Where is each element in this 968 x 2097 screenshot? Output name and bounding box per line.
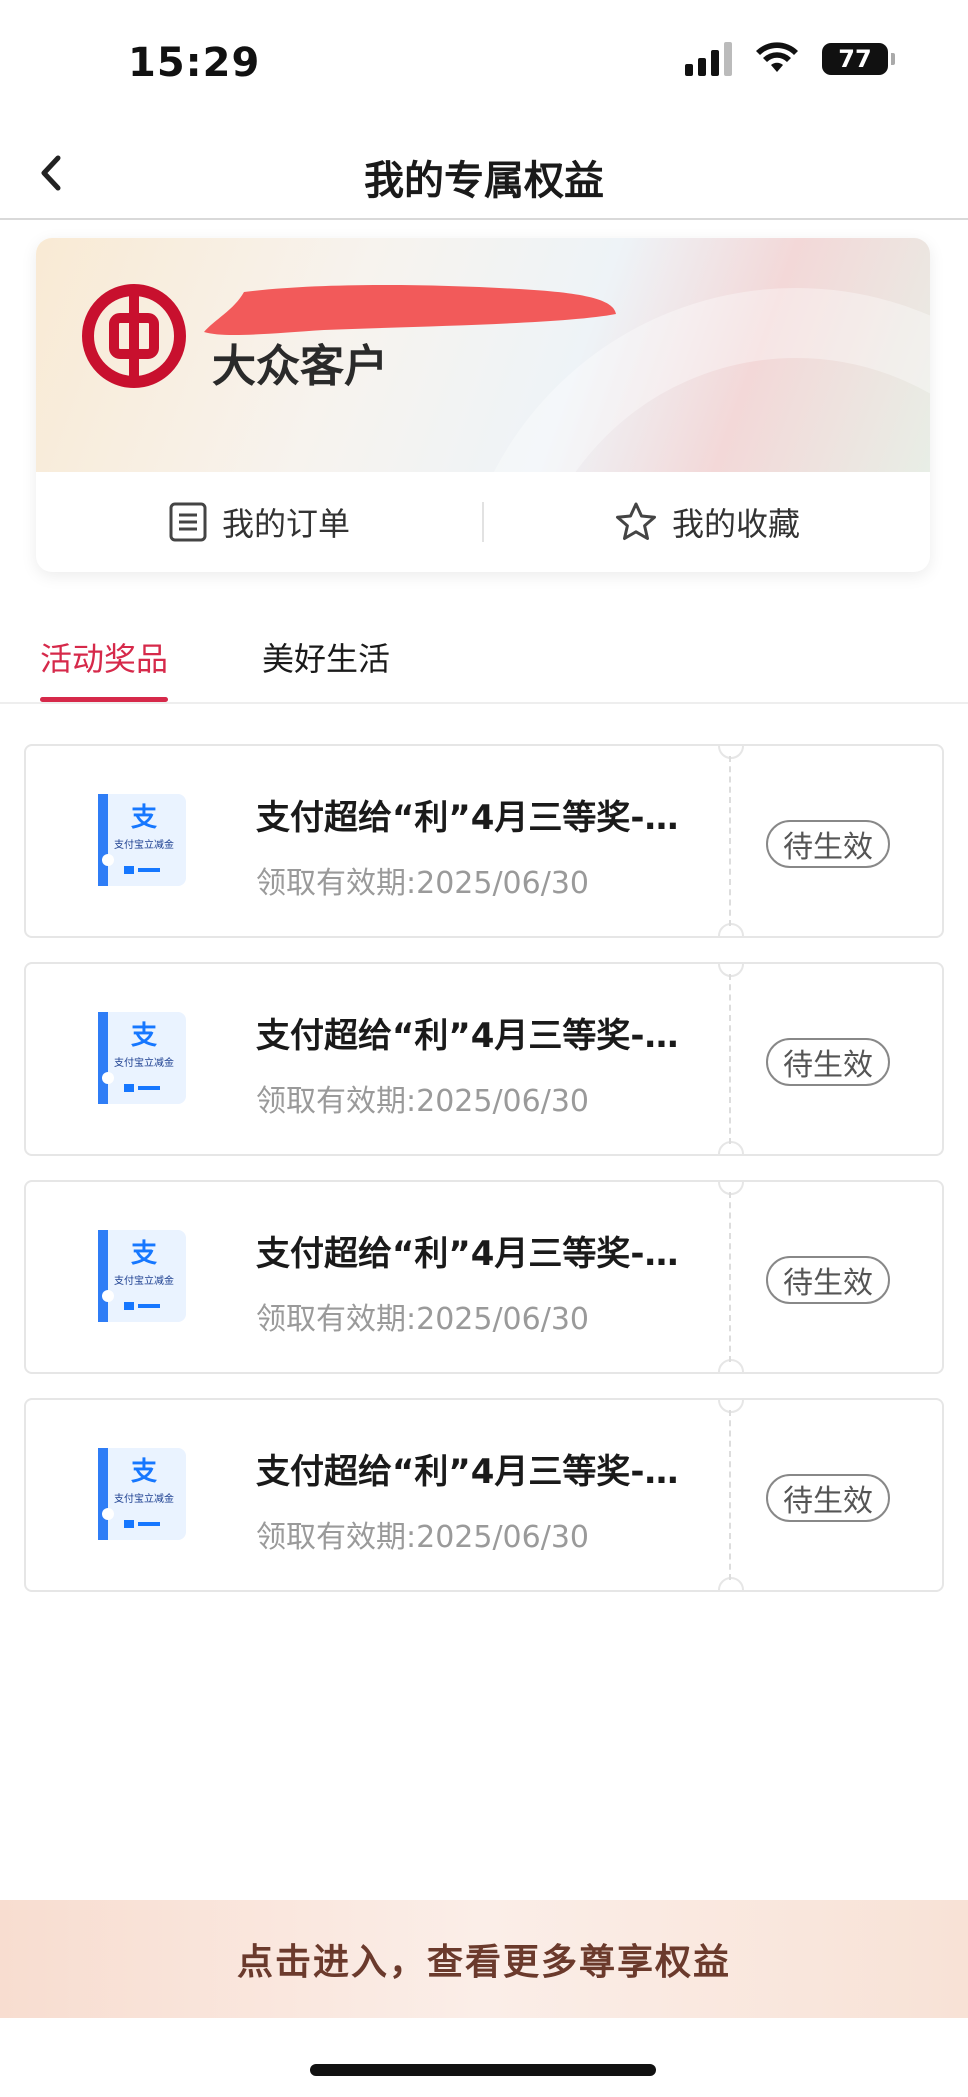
thumb-caption: 支付宝立减金 — [114, 1274, 174, 1287]
ticket-divider — [729, 974, 731, 1144]
status-badge: 待生效 — [766, 1256, 890, 1304]
ticket-notch — [718, 1577, 744, 1590]
reward-item[interactable]: 支 支付宝立减金 支付超给“利”4月三等奖-支付宝立减金 领取有效期:2025/… — [24, 962, 944, 1156]
home-indicator[interactable] — [310, 2064, 656, 2076]
alipay-coupon-icon: 支 支付宝立减金 — [98, 794, 186, 886]
bank-logo-icon — [82, 284, 186, 388]
more-benefits-banner[interactable]: 点击进入，查看更多尊享权益 — [0, 1900, 968, 2018]
status-badge: 待生效 — [766, 1038, 890, 1086]
alipay-coupon-icon: 支 支付宝立减金 — [98, 1230, 186, 1322]
ticket-notch — [718, 1141, 744, 1154]
thumb-caption: 支付宝立减金 — [114, 838, 174, 851]
reward-title: 支付超给“利”4月三等奖-支付宝立减金 — [256, 798, 706, 838]
reward-item[interactable]: 支 支付宝立减金 支付超给“利”4月三等奖-支付宝立减金 领取有效期:2025/… — [24, 1180, 944, 1374]
my-favorites-button[interactable]: 我的收藏 — [484, 499, 930, 545]
status-bar: 15:29 77 — [0, 0, 968, 130]
thumb-caption: 支付宝立减金 — [114, 1492, 174, 1505]
ticket-notch — [718, 1359, 744, 1372]
reward-expiry: 领取有效期:2025/06/30 — [256, 1084, 590, 1119]
ticket-notch — [718, 1182, 744, 1195]
reward-title: 支付超给“利”4月三等奖-支付宝立减金 — [256, 1016, 706, 1056]
thumb-glyph: 支 — [131, 1457, 157, 1487]
status-icons: 77 — [685, 42, 895, 76]
reward-expiry: 领取有效期:2025/06/30 — [256, 866, 590, 901]
reward-title: 支付超给“利”4月三等奖-支付宝立减金 — [256, 1234, 706, 1274]
member-level: 大众客户 — [212, 341, 388, 392]
reward-item[interactable]: 支 支付宝立减金 支付超给“利”4月三等奖-支付宝立减金 领取有效期:2025/… — [24, 744, 944, 938]
ticket-divider — [729, 1410, 731, 1580]
status-badge: 待生效 — [766, 820, 890, 868]
alipay-coupon-icon: 支 支付宝立减金 — [98, 1448, 186, 1540]
reward-list: 支 支付宝立减金 支付超给“利”4月三等奖-支付宝立减金 领取有效期:2025/… — [24, 744, 944, 1616]
ticket-divider — [729, 756, 731, 926]
wifi-icon — [756, 42, 798, 72]
member-card-actions: 我的订单 我的收藏 — [36, 472, 930, 572]
tab-good-life[interactable]: 美好生活 — [262, 634, 390, 680]
reward-expiry: 领取有效期:2025/06/30 — [256, 1302, 590, 1337]
page-title: 我的专属权益 — [364, 158, 604, 204]
list-icon — [169, 502, 207, 542]
category-tabs: 活动奖品 美好生活 — [0, 620, 968, 704]
status-time: 15:29 — [128, 40, 261, 86]
thumb-glyph: 支 — [131, 1239, 157, 1269]
reward-title: 支付超给“利”4月三等奖-支付宝立减金 — [256, 1452, 706, 1492]
nav-bar: 我的专属权益 — [0, 130, 968, 220]
my-orders-button[interactable]: 我的订单 — [36, 499, 482, 545]
my-orders-label: 我的订单 — [221, 505, 350, 543]
member-card-header: 大众客户 — [36, 238, 930, 472]
star-icon — [615, 502, 656, 540]
ticket-notch — [718, 964, 744, 977]
my-favorites-label: 我的收藏 — [671, 505, 800, 543]
tab-activity-prizes[interactable]: 活动奖品 — [40, 634, 169, 702]
reward-item[interactable]: 支 支付宝立减金 支付超给“利”4月三等奖-支付宝立减金 领取有效期:2025/… — [24, 1398, 944, 1592]
status-badge: 待生效 — [766, 1474, 890, 1522]
ticket-notch — [718, 923, 744, 936]
thumb-glyph: 支 — [131, 1021, 157, 1051]
reward-expiry: 领取有效期:2025/06/30 — [256, 1520, 590, 1555]
thumb-glyph: 支 — [131, 803, 157, 833]
ticket-divider — [729, 1192, 731, 1362]
thumb-caption: 支付宝立减金 — [114, 1056, 174, 1069]
ticket-notch — [718, 1400, 744, 1413]
member-card: 大众客户 我的订单 我的收藏 — [36, 238, 930, 572]
battery-icon: 77 — [822, 43, 895, 75]
cellular-signal-icon — [685, 42, 732, 76]
ticket-notch — [718, 746, 744, 759]
alipay-coupon-icon: 支 支付宝立减金 — [98, 1012, 186, 1104]
